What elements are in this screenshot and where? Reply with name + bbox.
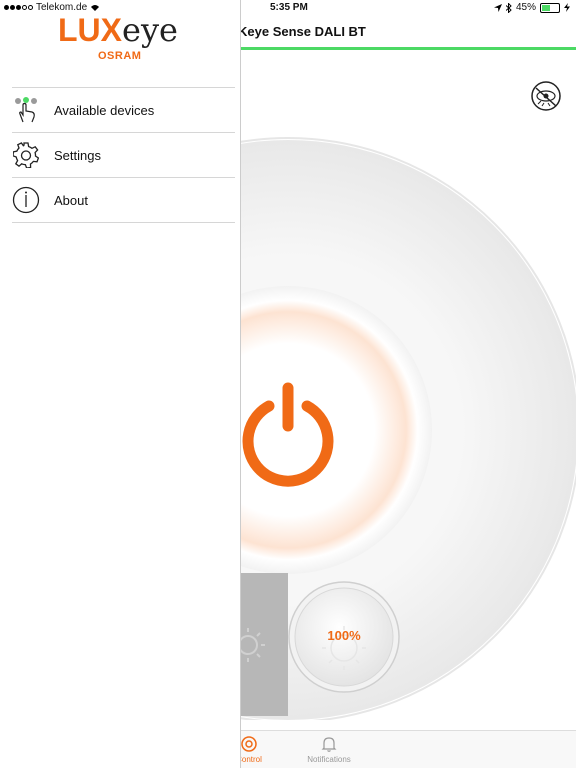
brightness-value: 100% <box>327 628 361 643</box>
menu-label-settings: Settings <box>54 147 101 163</box>
control-icon <box>241 736 257 752</box>
side-menu: LUXeye OSRAM Available devices Settings … <box>0 0 241 768</box>
info-icon <box>12 186 40 214</box>
gear-icon <box>12 141 40 169</box>
wifi-icon <box>91 4 100 11</box>
logo-wordmark: LUXeye <box>58 11 178 49</box>
dimmer-dial[interactable] <box>240 0 576 720</box>
carrier-label: Telekom.de <box>36 2 88 13</box>
menu-item-settings[interactable]: Settings <box>12 132 235 177</box>
tab-notifications[interactable]: Notifications <box>294 735 364 764</box>
status-bar: Telekom.de 5:35 PM 45% <box>0 0 576 16</box>
tab-control-label: Control <box>240 755 262 764</box>
status-right: 45% <box>493 2 570 13</box>
charging-bolt-icon <box>564 3 570 12</box>
tab-control[interactable]: Control <box>240 735 284 764</box>
menu-label-about: About <box>54 192 88 208</box>
tab-notifications-label: Notifications <box>307 755 351 764</box>
status-time: 5:35 PM <box>270 2 308 13</box>
menu-item-about[interactable]: About <box>12 177 235 223</box>
status-left: Telekom.de <box>4 2 100 13</box>
luxeye-logo: LUXeye OSRAM <box>58 10 188 70</box>
signal-icon <box>4 5 33 10</box>
menu-list: Available devices Settings About <box>12 87 235 223</box>
control-screen: Keye Sense DALI BT 100% ontrol Notificat… <box>240 0 576 768</box>
osram-label: OSRAM <box>98 50 142 62</box>
menu-label-available-devices: Available devices <box>54 102 155 118</box>
location-arrow-icon <box>493 3 502 12</box>
bell-icon <box>321 737 337 752</box>
menu-item-available-devices[interactable]: Available devices <box>12 87 235 132</box>
devices-touch-icon <box>12 96 40 124</box>
battery-percent: 45% <box>515 2 536 13</box>
battery-icon <box>540 2 560 13</box>
tab-bar: Control Notifications <box>240 730 576 768</box>
bluetooth-icon <box>505 2 512 13</box>
